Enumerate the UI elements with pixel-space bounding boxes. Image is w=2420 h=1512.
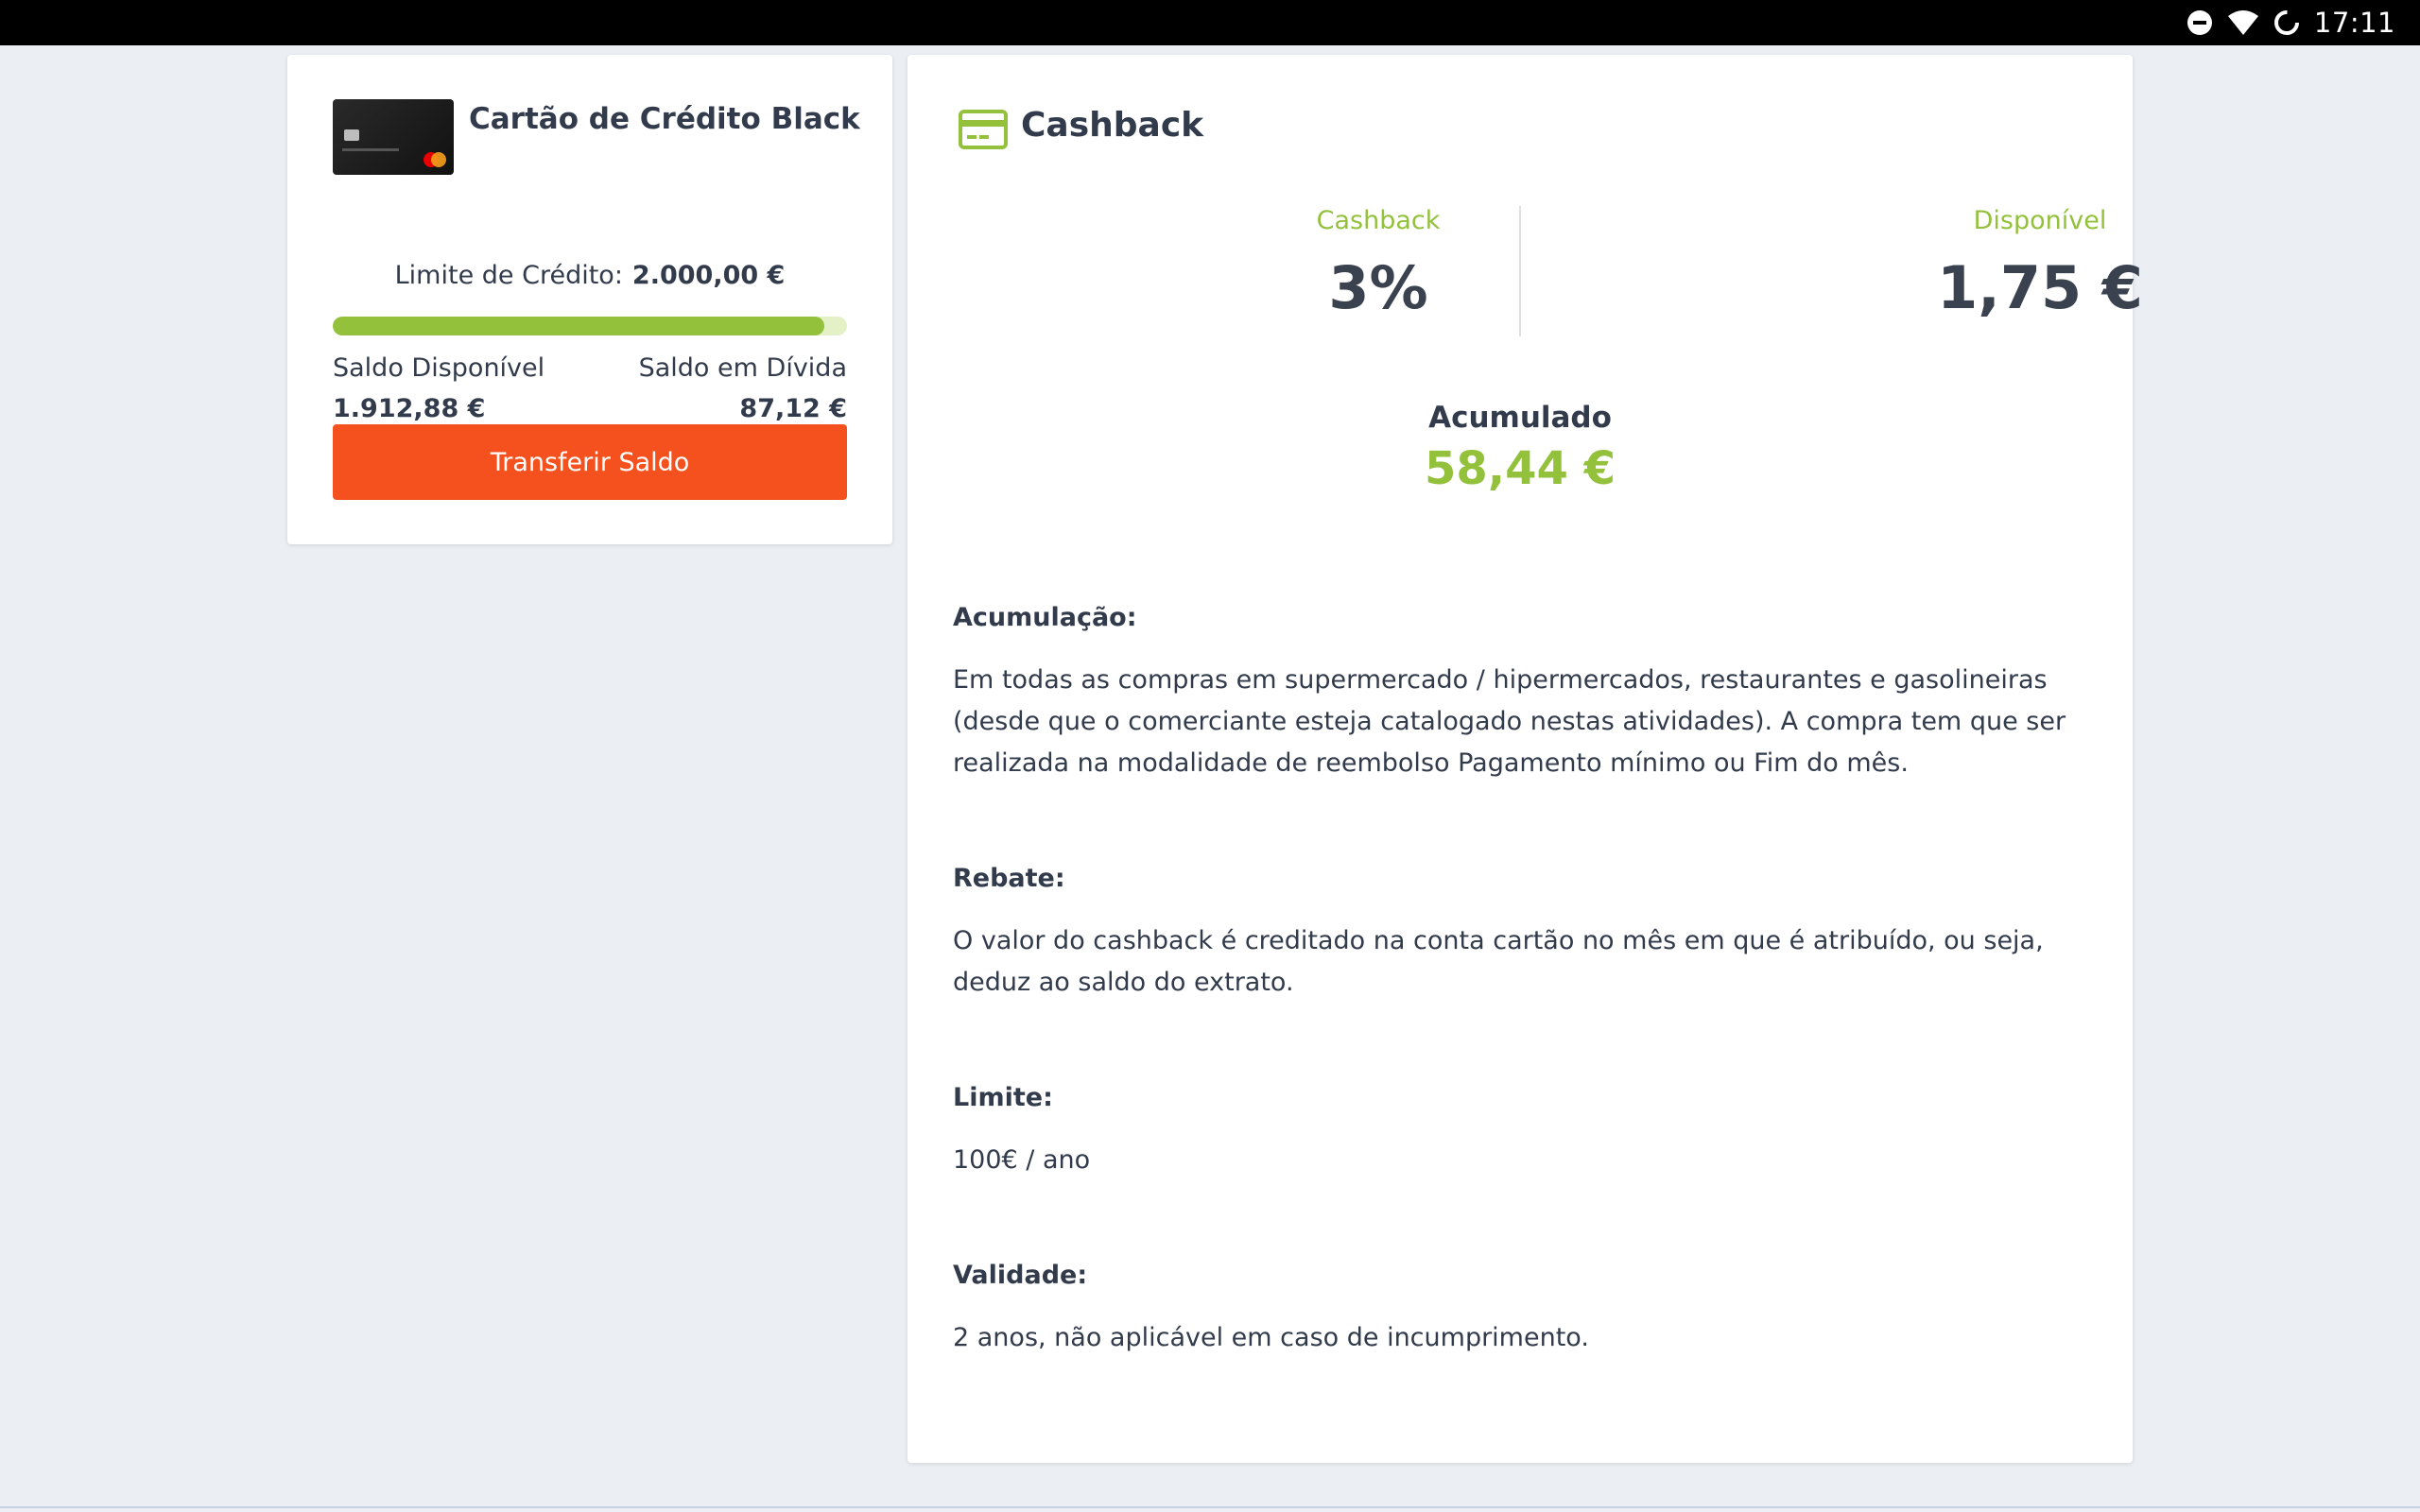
debt-balance-value: 87,12 € (739, 394, 847, 423)
cashback-available-label: Disponível (1973, 206, 2107, 235)
loading-icon (2273, 9, 2301, 37)
bottom-divider (0, 1506, 2420, 1508)
transfer-balance-button[interactable]: Transferir Saldo (333, 424, 847, 500)
card-title: Cartão de Crédito Black (469, 102, 860, 136)
credit-card-image (333, 99, 454, 175)
dnd-icon (2186, 9, 2214, 37)
cashback-rate-label: Cashback (1316, 206, 1441, 235)
accumulated-value: 58,44 € (1425, 442, 1616, 495)
cashback-available-value: 1,75 € (1937, 253, 2143, 322)
credit-card-panel: Cartão de Crédito Black Limite de Crédit… (287, 55, 892, 544)
section-body-limit: 100€ / ano (953, 1145, 1091, 1175)
cashback-title: Cashback (1021, 106, 1204, 145)
section-heading-validity: Validade: (953, 1261, 1088, 1290)
section-body-rebate: O valor do cashback é creditado na conta… (953, 926, 2044, 997)
section-body-accumulation: Em todas as compras em supermercado / hi… (953, 665, 2066, 778)
section-heading-accumulation: Acumulação: (953, 603, 1137, 632)
status-bar: 17:11 (0, 0, 2420, 45)
accumulated-label: Acumulado (1428, 401, 1612, 435)
status-icons: 17:11 (2186, 0, 2395, 45)
section-heading-rebate: Rebate: (953, 864, 1065, 893)
cashback-rate-value: 3% (1328, 253, 1428, 322)
credit-limit-row: Limite de Crédito: 2.000,00 € (333, 261, 847, 290)
clock: 17:11 (2313, 7, 2395, 39)
credit-limit-label: Limite de Crédito: (394, 261, 623, 290)
stats-divider (1519, 206, 1521, 336)
credit-limit-value: 2.000,00 € (631, 261, 786, 290)
cashback-panel: Cashback Cashback 3% Disponível 1,75 € A… (908, 55, 2143, 1463)
section-body-validity: 2 anos, não aplicável em caso de incumpr… (953, 1323, 1589, 1352)
available-balance-label: Saldo Disponível (333, 353, 545, 383)
credit-card-icon (959, 110, 1008, 153)
available-balance-value: 1.912,88 € (333, 394, 486, 423)
credit-usage-fill (333, 317, 825, 335)
credit-usage-bar (333, 317, 847, 335)
debt-balance-label: Saldo em Dívida (638, 353, 847, 383)
section-heading-limit: Limite: (953, 1083, 1053, 1112)
wifi-icon (2227, 9, 2259, 37)
